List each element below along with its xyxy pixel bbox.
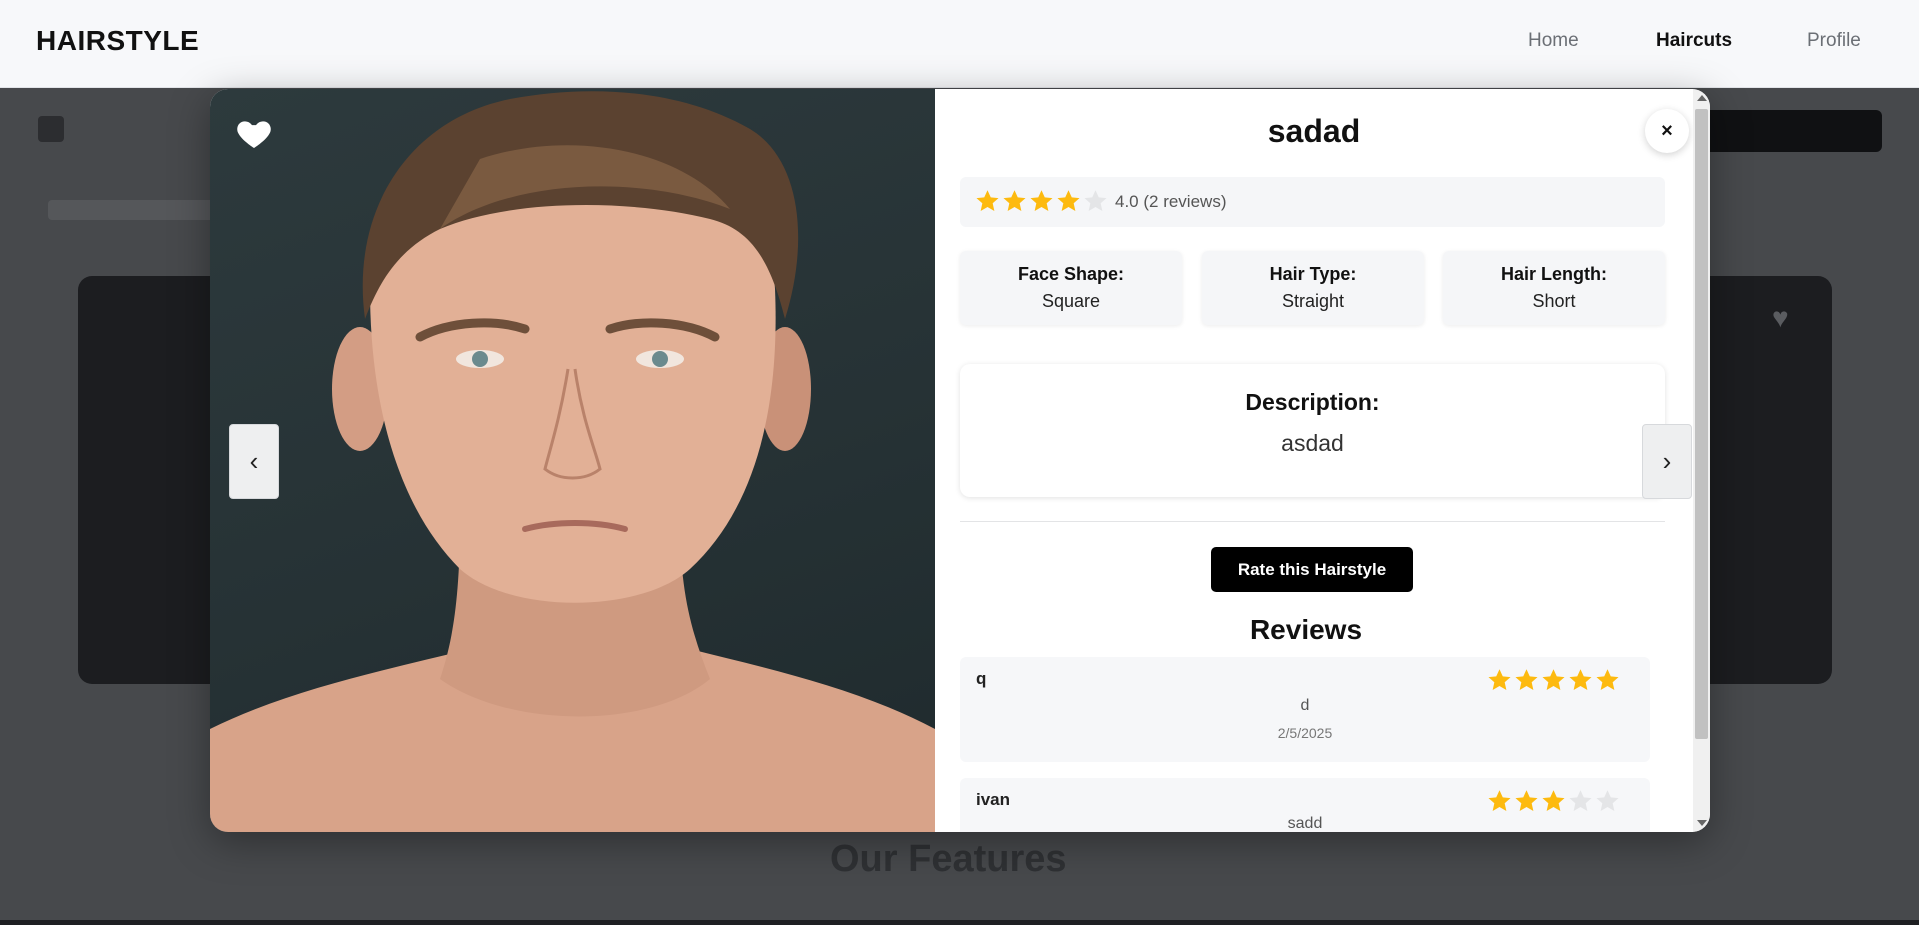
description-card: Description: asdad	[960, 364, 1665, 497]
rating-stars	[974, 188, 1109, 215]
star-filled-icon	[974, 188, 1001, 215]
face-shape-label: Face Shape:	[1017, 264, 1125, 284]
face-shape-value: Square	[1041, 291, 1101, 311]
hair-length-card: Hair Length: Short	[1443, 251, 1665, 325]
star-filled-icon	[1540, 788, 1567, 815]
footer-strip	[0, 920, 1919, 925]
scrollbar-thumb[interactable]	[1695, 109, 1708, 739]
star-filled-icon	[1513, 667, 1540, 694]
hair-length-value: Short	[1532, 291, 1576, 311]
rating-summary: 4.0 (2 reviews)	[960, 177, 1665, 227]
previous-image-button[interactable]: ‹	[229, 424, 279, 499]
hairstyle-details: × sadad 4.0 (2 reviews) Face Shape: Squa…	[935, 89, 1693, 832]
next-image-button[interactable]: ›	[1642, 424, 1692, 499]
brand-logo[interactable]: HAIRSTYLE	[36, 25, 199, 57]
scroll-down-arrow-icon[interactable]	[1697, 820, 1707, 826]
review-item: ivan sadd	[960, 778, 1650, 832]
review-comment: d	[1300, 697, 1310, 714]
reviews-heading: Reviews	[1249, 614, 1363, 645]
filter-bar	[48, 200, 218, 220]
star-filled-icon	[1486, 667, 1513, 694]
hair-type-value: Straight	[1281, 291, 1345, 311]
review-stars	[1486, 667, 1621, 694]
hair-type-card: Hair Type: Straight	[1202, 251, 1424, 325]
star-filled-icon	[1567, 667, 1594, 694]
rating-text: 4.0 (2 reviews)	[1115, 192, 1227, 211]
hair-length-label: Hair Length:	[1501, 264, 1607, 284]
review-stars	[1486, 788, 1621, 815]
menu-icon	[38, 116, 64, 142]
star-filled-icon	[1055, 188, 1082, 215]
nav-link-haircuts[interactable]: Haircuts	[1656, 30, 1732, 52]
star-filled-icon	[1028, 188, 1055, 215]
star-empty-icon	[1567, 788, 1594, 815]
star-filled-icon	[1513, 788, 1540, 815]
heart-icon: ♥	[1772, 302, 1789, 333]
features-heading: Our Features	[830, 838, 1067, 880]
background-button	[1700, 110, 1882, 152]
star-filled-icon	[1594, 667, 1621, 694]
nav-link-profile[interactable]: Profile	[1807, 30, 1861, 52]
top-navbar: HAIRSTYLE Home Haircuts Profile	[0, 0, 1919, 88]
hairstyle-title: sadad	[1267, 113, 1361, 149]
star-empty-icon	[1082, 188, 1109, 215]
section-divider	[960, 521, 1665, 522]
star-filled-icon	[1486, 788, 1513, 815]
hair-type-label: Hair Type:	[1269, 264, 1357, 284]
nav-link-home[interactable]: Home	[1528, 30, 1579, 52]
description-text: asdad	[1281, 430, 1344, 456]
review-user: ivan	[976, 790, 1011, 809]
modal-scrollbar[interactable]	[1693, 89, 1710, 832]
review-comment: sadd	[1287, 815, 1323, 832]
review-user: q	[976, 669, 987, 688]
hairstyle-photo: ‹	[210, 89, 935, 832]
star-filled-icon	[1001, 188, 1028, 215]
star-filled-icon	[1540, 667, 1567, 694]
review-date: 2/5/2025	[1277, 725, 1333, 741]
review-item: q d 2/5/2025	[960, 657, 1650, 762]
favorite-heart-icon[interactable]	[234, 113, 274, 153]
face-shape-card: Face Shape: Square	[960, 251, 1182, 325]
hairstyle-modal: ‹ × sadad 4.0 (2 reviews) Face Shape: Sq…	[210, 89, 1710, 832]
star-empty-icon	[1594, 788, 1621, 815]
rate-hairstyle-button[interactable]: Rate this Hairstyle	[1211, 547, 1413, 592]
portrait-illustration	[210, 91, 935, 832]
description-label: Description:	[1245, 389, 1380, 415]
scroll-up-arrow-icon[interactable]	[1697, 95, 1707, 101]
